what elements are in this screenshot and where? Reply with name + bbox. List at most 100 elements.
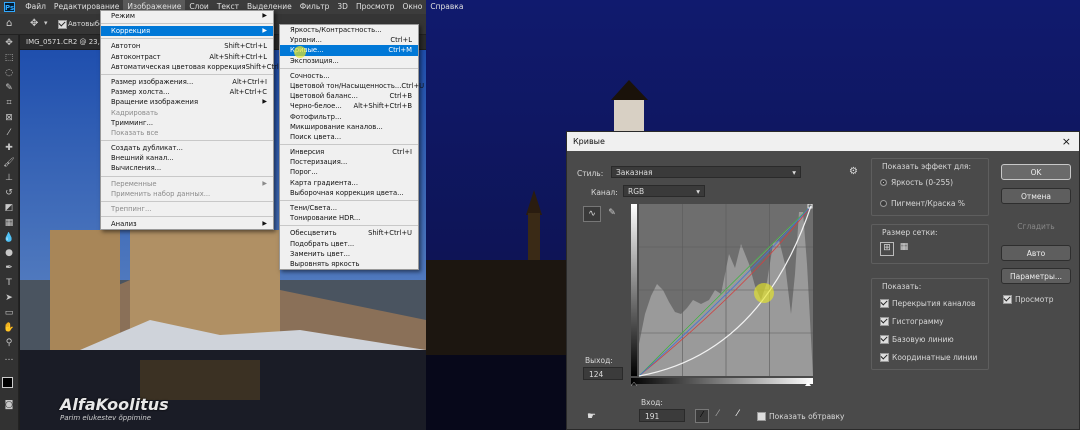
image-menu-item[interactable]: Размер холста... Alt+Ctrl+C [101,87,273,97]
image-menu-item[interactable]: Автоматическая цветовая коррекция Shift+C… [101,62,289,72]
history-brush-icon[interactable]: ↺ [0,185,18,200]
blur-icon[interactable]: 💧 [0,230,18,245]
pen-icon[interactable]: ✒ [0,260,18,275]
menu-filter[interactable]: Фильтр [296,0,334,14]
adjust-menu-item[interactable]: Поиск цвета... [280,132,418,142]
quick-mask-icon[interactable]: ◙ [0,397,18,412]
move-icon[interactable]: ✥ [0,35,18,50]
preset-select[interactable]: Заказная ▾ [611,166,801,178]
targeted-adjustment-icon[interactable]: ☛ [587,411,596,422]
image-menu-item[interactable]: Коррекция ▶ [101,26,273,37]
menu-3d[interactable]: 3D [333,0,352,14]
zoom-icon[interactable]: ⚲ [0,335,18,350]
close-icon[interactable]: × [1062,132,1079,151]
crop-icon[interactable]: ⌗ [0,95,18,110]
image-menu-item[interactable]: Режим ▶ [101,11,273,21]
hand-icon[interactable]: ✋ [0,320,18,335]
eraser-icon[interactable]: ◩ [0,200,18,215]
adjust-menu-item[interactable]: Обесцветить Shift+Ctrl+U [280,228,418,238]
options-button[interactable]: Параметры... [1001,268,1071,284]
dodge-icon[interactable]: ● [0,245,18,260]
image-menu-item[interactable]: Применить набор данных... [101,189,273,199]
adjust-menu-item[interactable]: Порог... [280,167,418,177]
smooth-button[interactable]: Сгладить [1001,218,1071,234]
image-menu-item[interactable]: Вращение изображения ▶ [101,97,273,107]
image-menu-item[interactable]: Показать все [101,128,273,138]
adjust-menu-item[interactable]: Заменить цвет... [280,249,418,259]
image-menu-item[interactable]: Автоконтраст Alt+Shift+Ctrl+L [101,52,273,62]
adjust-menu-item[interactable]: Выровнять яркость [280,259,418,269]
adjust-menu-item[interactable]: Микширование каналов... [280,122,418,132]
adjust-menu-item[interactable]: Карта градиента... [280,178,418,188]
eyedropper-icon[interactable]: ⁄ [0,125,18,140]
white-eyedropper-icon[interactable]: ⁄ [737,409,739,419]
menu-item-label: Создать дубликат... [111,144,183,153]
marquee-icon[interactable]: ⬚ [0,50,18,65]
menu-help[interactable]: Справка [426,0,467,14]
healing-icon[interactable]: ✚ [0,140,18,155]
gradient-icon[interactable]: ▦ [0,215,18,230]
image-menu-item[interactable]: Кадрировать [101,108,273,118]
adjust-menu-item[interactable]: Уровни... Ctrl+L [280,35,418,45]
rectangle-icon[interactable]: ▭ [0,305,18,320]
light-radio[interactable] [880,178,891,187]
adjust-menu-item[interactable]: Постеризация... [280,157,418,167]
image-menu-item[interactable]: Тримминг... [101,118,273,128]
more-icon[interactable]: … [0,350,18,365]
path-select-icon[interactable]: ➤ [0,290,18,305]
pigment-radio[interactable] [880,199,891,208]
type-icon[interactable]: T [0,275,18,290]
adjust-menu-item[interactable]: Инверсия Ctrl+I [280,147,418,157]
input-value: 191 [645,412,660,421]
adjust-menu-item[interactable]: Тонирование HDR... [280,213,418,223]
channel-select[interactable]: RGB ▾ [623,185,705,197]
ok-button[interactable]: OK [1001,164,1071,180]
adjust-menu-item[interactable]: Яркость/Контрастность... [280,25,418,35]
auto-button[interactable]: Авто [1001,245,1071,261]
simple-grid-icon[interactable]: ⊞ [880,242,894,256]
adjust-menu-item[interactable]: Черно-белое... Alt+Shift+Ctrl+B [280,101,418,111]
menu-item-label: Яркость/Контрастность... [290,26,382,34]
menu-view[interactable]: Просмотр [352,0,399,14]
output-field[interactable]: 124 [583,367,623,380]
menu-item-shortcut: Shift+Ctrl+L [224,42,267,51]
light-label: Яркость (0-255) [891,178,954,187]
image-menu-item[interactable]: Треппинг... [101,204,273,214]
cancel-button[interactable]: Отмена [1001,188,1071,204]
curves-graph[interactable] [630,203,813,387]
brush-icon[interactable]: 🖌 [0,155,18,170]
adjust-menu-item[interactable]: Фотофильтр... [280,112,418,122]
stamp-icon[interactable]: ⊥ [0,170,18,185]
adjust-menu-item[interactable]: Цветовой тон/Насыщенность... Ctrl+U [280,81,424,91]
adjust-menu-item[interactable]: Тени/Света... [280,203,418,213]
adjust-menu-item[interactable]: Выборочная коррекция цвета... [280,188,418,198]
adjust-menu-item[interactable]: Сочность... [280,71,418,81]
gray-eyedropper-icon[interactable]: ⁄ [717,409,719,419]
adjust-menu-item[interactable]: Цветовой баланс... Ctrl+B [280,91,418,101]
input-field[interactable]: 191 [639,409,685,422]
move-tool-icon[interactable]: ✥ [30,18,38,29]
image-menu-item[interactable]: Размер изображения... Alt+Ctrl+I [101,77,273,87]
image-menu-item[interactable]: Переменные ▶ [101,179,273,189]
menu-file[interactable]: Файл [21,0,50,14]
menu-item-shortcut: Ctrl+M [388,46,412,55]
lasso-icon[interactable]: ◌ [0,65,18,80]
curve-point-tool-icon[interactable]: ∿ [583,206,601,222]
gear-icon[interactable]: ⚙ [849,166,858,177]
menu-separator [101,175,273,177]
black-eyedropper-icon[interactable]: ⁄ [695,409,709,423]
quick-select-icon[interactable]: ✎ [0,80,18,95]
home-icon[interactable]: ⌂ [6,18,12,29]
image-menu-item[interactable]: Внешний канал... [101,153,273,163]
image-menu-item[interactable]: Создать дубликат... [101,143,273,153]
frame-icon[interactable]: ⊠ [0,110,18,125]
foreground-color-swatch[interactable] [2,377,13,388]
image-menu-item[interactable]: Автотон Shift+Ctrl+L [101,41,273,51]
chevron-down-icon[interactable]: ▾ [44,19,48,27]
detailed-grid-icon[interactable]: ▦ [898,242,910,254]
pencil-icon[interactable]: ✎ [605,206,619,220]
image-menu-item[interactable]: Вычисления... [101,163,273,173]
image-menu-item[interactable]: Анализ ▶ [101,219,273,229]
adjust-menu-item[interactable]: Подобрать цвет... [280,239,418,249]
menu-window[interactable]: Окно [398,0,426,14]
